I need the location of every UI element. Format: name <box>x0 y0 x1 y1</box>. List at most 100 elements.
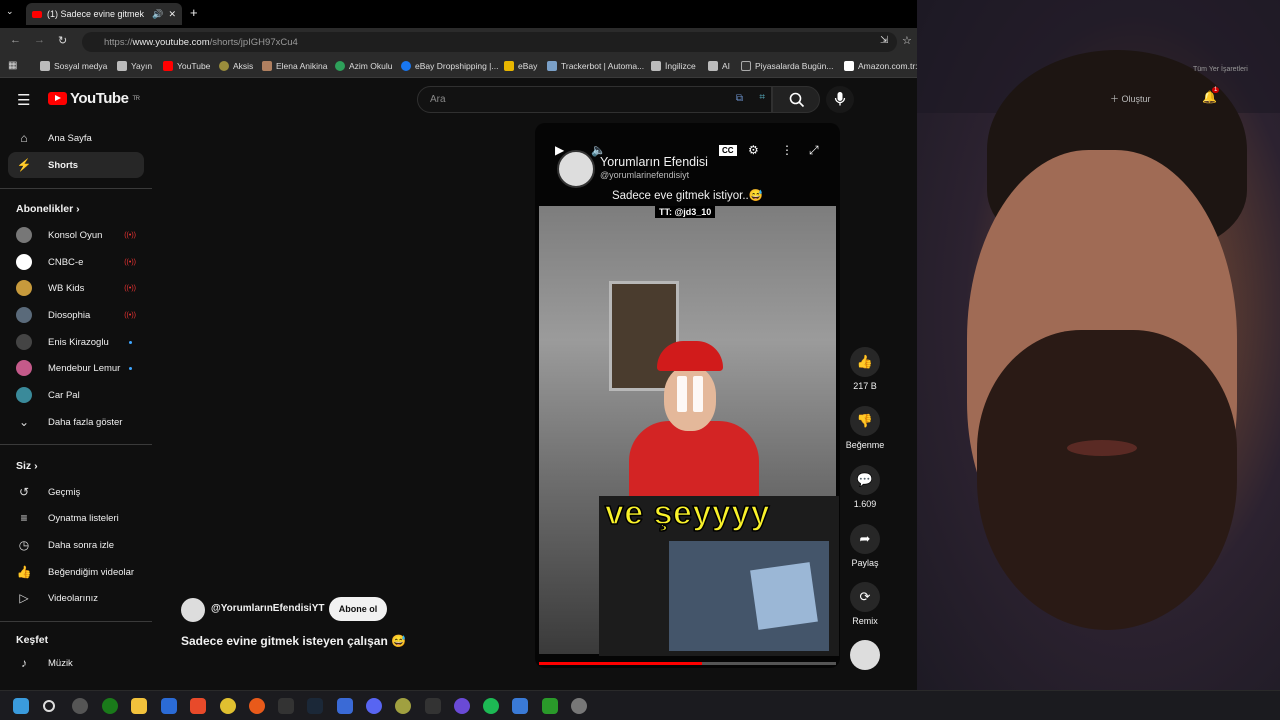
url-field[interactable]: https://www.youtube.com/shorts/jpIGH97xC… <box>82 32 897 52</box>
fullscreen-icon[interactable]: ⤢ <box>809 143 819 158</box>
avatar <box>16 360 32 376</box>
sidebar-item-liked-videos[interactable]: 👍 Beğendiğim videolar <box>8 559 144 585</box>
windows-start-icon[interactable] <box>13 698 29 714</box>
captions-icon[interactable]: CC <box>719 145 737 156</box>
back-icon[interactable]: ← <box>10 34 21 46</box>
epic-games-icon[interactable] <box>278 698 294 714</box>
app-icon[interactable] <box>395 698 411 714</box>
brave-icon[interactable] <box>190 698 206 714</box>
bookmark-star-icon[interactable]: ☆ <box>902 34 912 47</box>
bookmark-0[interactable]: Sosyal medya <box>40 61 107 71</box>
subscribe-button[interactable]: Abone ol <box>329 597 387 621</box>
bookmark-11[interactable]: Piyasalarda Bugün... <box>741 61 833 71</box>
app-icon[interactable] <box>542 698 558 714</box>
sidebar-item-shorts[interactable]: ⚡ Shorts <box>8 152 144 178</box>
video-scene-cap <box>657 341 723 371</box>
sidebar-item-playlists[interactable]: ≡ Oynatma listeleri <box>8 505 144 531</box>
sidebar-sub-mendebur-lemur[interactable]: Mendebur Lemur <box>8 355 144 381</box>
pause-icon[interactable] <box>677 376 709 416</box>
bottom-channel-handle[interactable]: @YorumlarınEfendisiYT <box>211 603 324 614</box>
show-more-button[interactable]: ⌄ Daha fazla göster <box>8 409 144 435</box>
tab-list-icon[interactable]: ⌄ <box>6 6 14 17</box>
sidebar-divider <box>0 188 152 189</box>
sound-button[interactable] <box>844 640 886 674</box>
app-icon[interactable] <box>512 698 528 714</box>
sidebar-sub-konsol-oyun[interactable]: Konsol Oyun ((•)) <box>8 222 144 248</box>
xbox-icon[interactable] <box>102 698 118 714</box>
settings-icon[interactable] <box>571 698 587 714</box>
steam-icon[interactable] <box>307 698 323 714</box>
bookmark-3[interactable]: Aksis <box>219 61 253 71</box>
more-vert-icon[interactable]: ⋮ <box>781 143 793 157</box>
search-input[interactable]: Ara ⧉ ⌗ <box>417 86 772 113</box>
subscriptions-heading[interactable]: Abonelikler › <box>16 203 80 215</box>
translate-icon[interactable]: ⧉ <box>736 93 743 104</box>
search-button[interactable] <box>772 86 820 113</box>
bookmark-9[interactable]: İngilizce <box>651 61 696 71</box>
sidebar-item-your-videos[interactable]: ▷ Videolarınız <box>8 585 144 611</box>
amazon-icon <box>844 61 854 71</box>
sidebar-sub-car-pal[interactable]: Car Pal <box>8 382 144 408</box>
app-icon[interactable] <box>249 698 265 714</box>
like-button[interactable]: 👍 217 B <box>844 347 886 391</box>
bookmark-label: Azim Okulu <box>349 61 393 71</box>
share-button[interactable]: ➦ Paylaş <box>844 524 886 568</box>
menu-icon[interactable]: ☰ <box>17 91 30 109</box>
store-icon[interactable] <box>161 698 177 714</box>
video-progress-bar[interactable] <box>539 662 836 665</box>
shorts-player[interactable]: ▶ 🔈 CC ⚙ ⋮ ⤢ Yorumların Efendisi @yoruml… <box>535 123 840 668</box>
channel-avatar[interactable] <box>557 150 595 188</box>
bookmark-5[interactable]: Azim Okulu <box>335 61 392 71</box>
reload-icon[interactable]: ↻ <box>58 34 67 47</box>
settings-icon[interactable]: ⚙ <box>748 143 759 157</box>
install-icon[interactable]: ⇲ <box>880 35 888 46</box>
app-icon[interactable] <box>72 698 88 714</box>
video-frame[interactable]: TT: @jd3_10 ve şeyyyy <box>539 206 839 656</box>
sidebar-item-music[interactable]: ♪ Müzik <box>8 650 144 676</box>
bookmark-4[interactable]: Elena Anikina <box>262 61 328 71</box>
browser-tab[interactable]: (1) Sadece evine gitmek iste 🔊 ✕ <box>26 3 182 25</box>
channel-name[interactable]: Yorumların Efendisi <box>600 155 708 169</box>
all-bookmarks-link[interactable]: Tüm Yer İşaretleri <box>1193 66 1248 73</box>
bookmark-7[interactable]: eBay <box>504 61 537 71</box>
bookmark-6[interactable]: eBay Dropshipping |... <box>401 61 498 71</box>
sidebar-item-label: Enis Kirazoglu <box>48 336 109 348</box>
channel-handle[interactable]: @yorumlarinefendisiyt <box>600 170 689 180</box>
app-icon[interactable] <box>425 698 441 714</box>
sidebar-item-home[interactable]: ⌂ Ana Sayfa <box>8 125 144 151</box>
new-tab-icon[interactable]: + <box>190 5 198 20</box>
sidebar-sub-wb-kids[interactable]: WB Kids ((•)) <box>8 275 144 301</box>
dislike-button[interactable]: 👎 Beğenme <box>844 406 886 450</box>
bottom-channel-avatar[interactable] <box>181 598 205 622</box>
extension-icon[interactable]: ⌗ <box>759 92 765 103</box>
sidebar-item-watch-later[interactable]: ◷ Daha sonra izle <box>8 532 144 558</box>
youtube-play-icon <box>48 92 67 105</box>
file-explorer-icon[interactable] <box>131 698 147 714</box>
close-tab-icon[interactable]: ✕ <box>168 9 176 20</box>
bookmark-2[interactable]: YouTube <box>163 61 210 71</box>
clock-icon: ◷ <box>18 538 30 552</box>
app-icon[interactable] <box>454 698 470 714</box>
spotify-icon[interactable] <box>483 698 499 714</box>
sidebar-sub-cnbc-e[interactable]: CNBC-e ((•)) <box>8 249 144 275</box>
speaker-icon[interactable]: 🔊 <box>152 9 163 20</box>
create-button[interactable]: ＋ Oluştur <box>1110 92 1151 105</box>
sidebar-sub-diosophia[interactable]: Diosophia ((•)) <box>8 302 144 328</box>
chrome-icon[interactable] <box>220 698 236 714</box>
discord-icon[interactable] <box>366 698 382 714</box>
bookmark-8[interactable]: Trackerbot | Automa... <box>547 61 644 71</box>
apps-icon[interactable]: ▦ <box>8 60 17 71</box>
voice-search-button[interactable] <box>826 86 854 113</box>
bookmark-10[interactable]: AI <box>708 61 730 71</box>
search-icon[interactable] <box>43 700 55 712</box>
bookmark-1[interactable]: Yayın <box>117 61 152 71</box>
forward-icon[interactable]: → <box>34 34 45 46</box>
app-icon[interactable] <box>337 698 353 714</box>
youtube-logo[interactable]: YouTube TR <box>48 90 140 107</box>
chevron-right-icon: › <box>76 203 80 215</box>
sidebar-item-history[interactable]: ↺ Geçmiş <box>8 479 144 505</box>
sidebar-sub-enis-kirazoglu[interactable]: Enis Kirazoglu <box>8 329 144 355</box>
remix-button[interactable]: ⟳ Remix <box>844 582 886 626</box>
comments-button[interactable]: 💬 1.609 <box>844 465 886 509</box>
you-heading[interactable]: Siz › <box>16 460 38 472</box>
